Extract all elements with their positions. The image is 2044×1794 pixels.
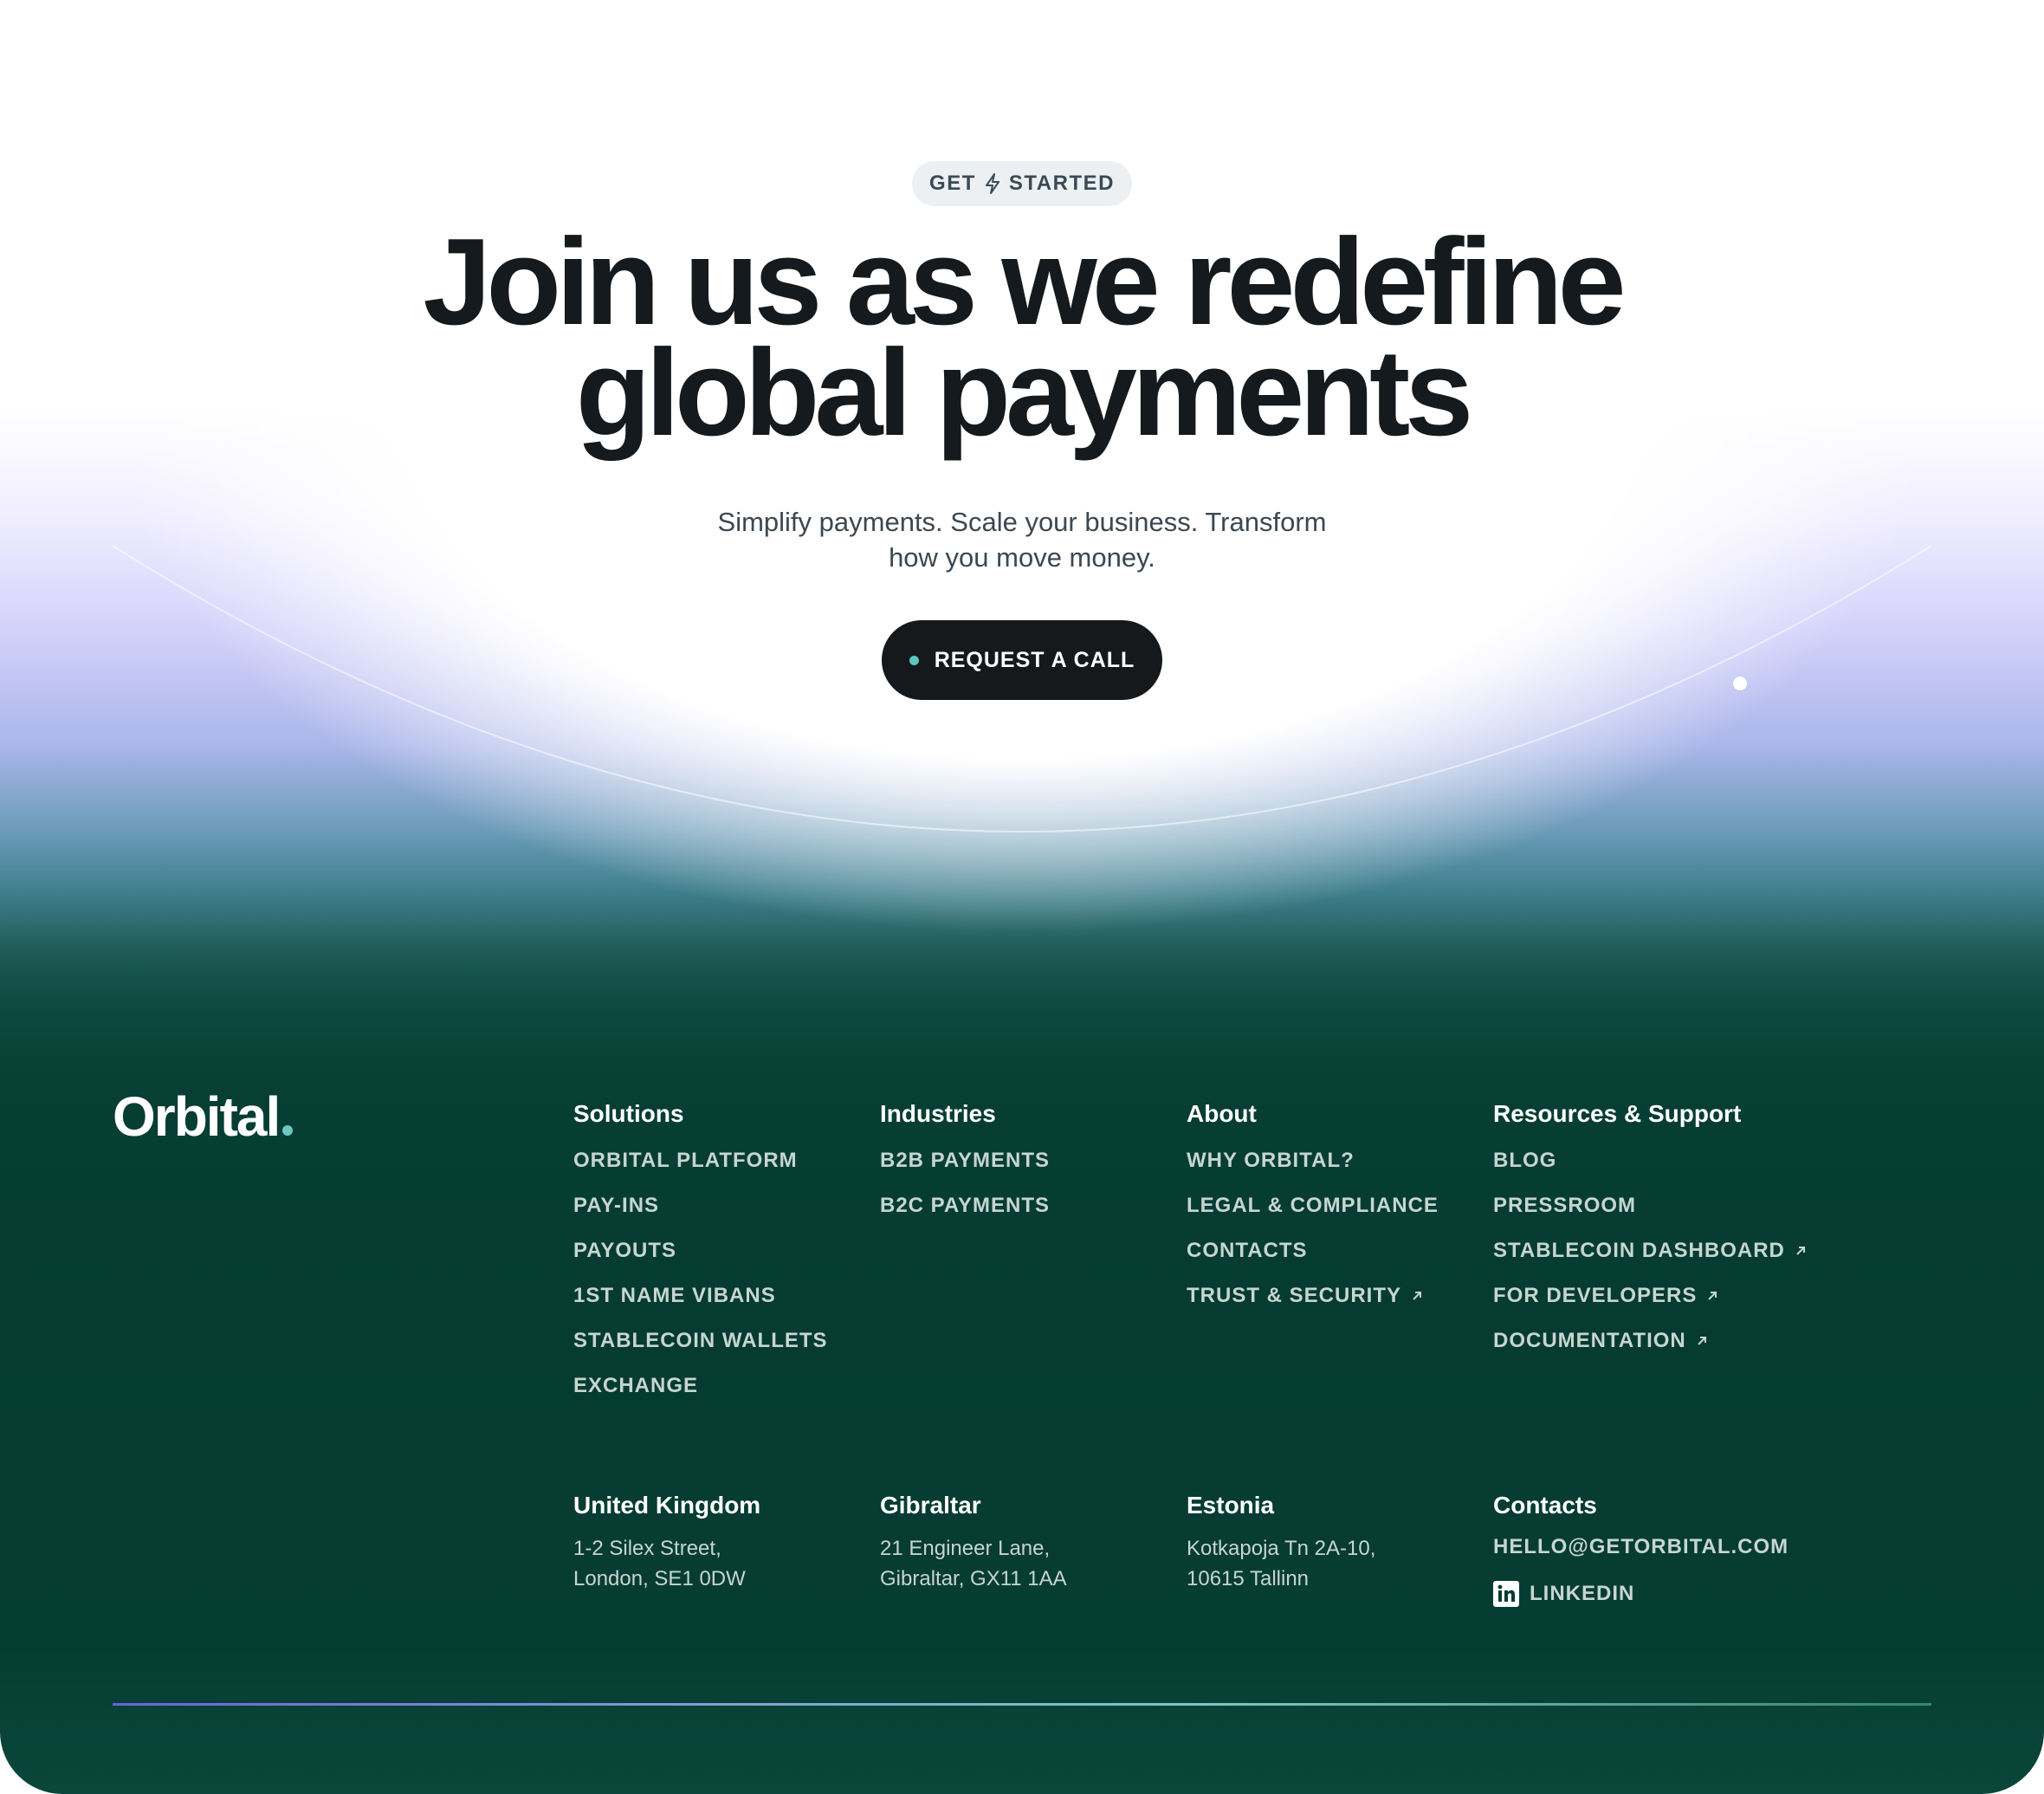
footer-link-b2c-payments[interactable]: B2C PAYMENTS bbox=[880, 1192, 1174, 1220]
lightning-icon bbox=[985, 173, 999, 194]
hero-headline: Join us as we redefine global payments bbox=[0, 221, 2044, 455]
footer-link-pressroom[interactable]: PRESSROOM bbox=[1493, 1192, 1944, 1220]
orbit-dot bbox=[1733, 677, 1747, 690]
external-arrow-icon bbox=[1796, 1247, 1805, 1255]
footer-link-why-orbital[interactable]: WHY ORBITAL? bbox=[1187, 1147, 1481, 1175]
link-label: DOCUMENTATION bbox=[1493, 1329, 1686, 1352]
address-line-2: 10615 Tallinn bbox=[1187, 1567, 1310, 1590]
hero-subtitle: Simplify payments. Scale your business. … bbox=[0, 504, 2044, 575]
footer-column-industries: Industries B2B PAYMENTS B2C PAYMENTS bbox=[880, 1098, 1174, 1237]
footer-link-b2b-payments[interactable]: B2B PAYMENTS bbox=[880, 1147, 1174, 1175]
column-title: About bbox=[1187, 1100, 1257, 1127]
footer-link-trust-security[interactable]: TRUST & SECURITY bbox=[1187, 1282, 1481, 1310]
footer-link-vibans[interactable]: 1ST NAME VIBANS bbox=[573, 1282, 868, 1310]
footer-link-legal-compliance[interactable]: LEGAL & COMPLIANCE bbox=[1187, 1192, 1481, 1220]
footer-link-for-developers[interactable]: FOR DEVELOPERS bbox=[1493, 1282, 1944, 1310]
column-title: Resources & Support bbox=[1493, 1100, 1742, 1127]
footer-link-orbital-platform[interactable]: ORBITAL PLATFORM bbox=[573, 1147, 868, 1175]
request-call-label: REQUEST A CALL bbox=[934, 647, 1135, 672]
request-call-button[interactable]: REQUEST A CALL bbox=[882, 620, 1162, 700]
location-title: Gibraltar bbox=[880, 1492, 981, 1519]
footer-link-payouts[interactable]: PAYOUTS bbox=[573, 1237, 868, 1265]
logo-text: Orbital bbox=[113, 1085, 281, 1148]
footer-column-about: About WHY ORBITAL? LEGAL & COMPLIANCE CO… bbox=[1187, 1098, 1481, 1327]
location-gibraltar: Gibraltar 21 Engineer Lane, Gibraltar, G… bbox=[880, 1490, 1174, 1594]
footer-column-solutions: Solutions ORBITAL PLATFORM PAY-INS PAYOU… bbox=[573, 1098, 868, 1417]
location-uk: United Kingdom 1-2 Silex Street, London,… bbox=[573, 1490, 868, 1594]
badge-text-right: STARTED bbox=[1008, 172, 1115, 195]
footer-column-resources: Resources & Support BLOG PRESSROOM STABL… bbox=[1493, 1098, 1944, 1372]
footer-link-contacts[interactable]: CONTACTS bbox=[1187, 1237, 1481, 1265]
link-label: STABLECOIN DASHBOARD bbox=[1493, 1239, 1785, 1262]
column-title: Industries bbox=[880, 1100, 996, 1127]
linkedin-link[interactable]: LINKEDIN bbox=[1493, 1580, 1944, 1608]
logo-dot-icon bbox=[282, 1125, 294, 1136]
location-title: Estonia bbox=[1187, 1492, 1275, 1519]
address-line-2: Gibraltar, GX11 1AA bbox=[880, 1567, 1067, 1590]
link-label: FOR DEVELOPERS bbox=[1493, 1284, 1698, 1307]
subtitle-line-2: how you move money. bbox=[889, 542, 1155, 573]
get-started-badge: GET STARTED bbox=[912, 161, 1132, 206]
external-arrow-icon bbox=[1708, 1292, 1717, 1300]
address-line-1: Kotkapoja Tn 2A-10, bbox=[1187, 1537, 1376, 1560]
footer-divider bbox=[113, 1703, 1931, 1706]
contact-email-link[interactable]: HELLO@GETORBITAL.COM bbox=[1493, 1533, 1944, 1561]
orbital-logo[interactable]: Orbital bbox=[113, 1085, 294, 1149]
contacts-title: Contacts bbox=[1493, 1492, 1597, 1519]
footer-link-documentation[interactable]: DOCUMENTATION bbox=[1493, 1327, 1944, 1355]
footer-link-stablecoin-wallets[interactable]: STABLECOIN WALLETS bbox=[573, 1327, 868, 1355]
linkedin-label: LINKEDIN bbox=[1530, 1582, 1635, 1605]
location-estonia: Estonia Kotkapoja Tn 2A-10, 10615 Tallin… bbox=[1187, 1490, 1481, 1594]
external-arrow-icon bbox=[1413, 1292, 1422, 1300]
footer-contacts: Contacts HELLO@GETORBITAL.COM LINKEDIN bbox=[1493, 1490, 1944, 1627]
page-canvas: GET STARTED Join us as we redefine globa… bbox=[0, 0, 2044, 1794]
footer-link-blog[interactable]: BLOG bbox=[1493, 1147, 1944, 1175]
headline-line-2: global payments bbox=[575, 324, 1473, 462]
footer-link-stablecoin-dashboard[interactable]: STABLECOIN DASHBOARD bbox=[1493, 1237, 1944, 1265]
footer-link-pay-ins[interactable]: PAY-INS bbox=[573, 1192, 868, 1220]
location-title: United Kingdom bbox=[573, 1492, 761, 1519]
badge-text-left: GET bbox=[929, 172, 976, 195]
status-dot-icon bbox=[909, 655, 919, 665]
subtitle-line-1: Simplify payments. Scale your business. … bbox=[717, 507, 1327, 537]
footer-link-exchange[interactable]: EXCHANGE bbox=[573, 1372, 868, 1400]
address-line-1: 1-2 Silex Street, bbox=[573, 1537, 721, 1560]
external-arrow-icon bbox=[1698, 1337, 1706, 1345]
linkedin-icon bbox=[1493, 1581, 1519, 1607]
address-line-2: London, SE1 0DW bbox=[573, 1567, 746, 1590]
column-title: Solutions bbox=[573, 1100, 684, 1127]
link-label: TRUST & SECURITY bbox=[1187, 1284, 1402, 1307]
address-line-1: 21 Engineer Lane, bbox=[880, 1537, 1051, 1560]
